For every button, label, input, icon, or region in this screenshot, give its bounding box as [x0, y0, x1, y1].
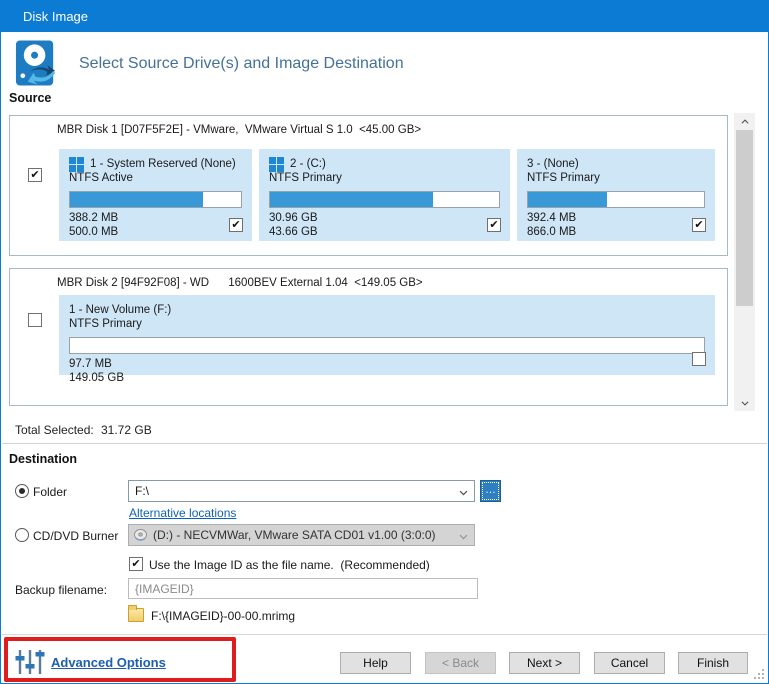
check-mark-icon: ✔	[30, 168, 40, 181]
partition-title: 2 - (C:)	[290, 158, 326, 170]
cancel-button[interactable]: Cancel	[594, 652, 665, 674]
folder-icon	[128, 605, 144, 622]
disk-image-icon	[15, 40, 56, 86]
usage-bar-fill	[270, 192, 433, 207]
partition-sizes: 97.7 MB 149.05 GB	[69, 358, 124, 384]
usage-bar-fill	[528, 192, 608, 207]
alternative-locations-link[interactable]: Alternative locations	[129, 506, 236, 520]
usage-bar	[69, 337, 705, 354]
source-scrollbar[interactable]	[734, 113, 755, 411]
source-section-label: Source	[9, 91, 52, 105]
folder-path-combobox[interactable]: F:\	[128, 480, 475, 502]
partition-1-checkbox[interactable]: ✔	[229, 218, 243, 232]
check-mark-icon: ✔	[231, 218, 241, 231]
scroll-down-icon[interactable]	[734, 394, 755, 411]
usage-bar	[269, 191, 500, 208]
sliders-icon	[15, 650, 45, 674]
usage-bar-fill	[70, 192, 204, 207]
partition-card-1[interactable]: 1 - System Reserved (None) NTFS Active 3…	[59, 149, 252, 241]
finish-button[interactable]: Finish	[678, 652, 748, 674]
usage-bar	[527, 191, 705, 208]
resize-grip[interactable]	[754, 669, 764, 679]
backup-filename-label: Backup filename:	[15, 583, 108, 597]
disk-1-group: ✔ MBR Disk 1 [D07F5F2E] - VMware, VMware…	[9, 115, 728, 256]
browse-button[interactable]: …	[480, 480, 501, 502]
disk-2-checkbox[interactable]	[28, 313, 42, 327]
full-backup-path: F:\{IMAGEID}-00-00.mrimg	[151, 609, 296, 623]
partition-sizes: 388.2 MB 500.0 MB	[69, 212, 119, 238]
partition-fs: NTFS Active	[69, 172, 133, 184]
disk-image-dialog: Disk Image Select Source Drive(s) and Im…	[0, 0, 769, 684]
partition-3-checkbox[interactable]: ✔	[692, 218, 706, 232]
partition-title: 1 - New Volume (F:)	[69, 304, 172, 316]
partition-card-2[interactable]: 2 - (C:) NTFS Primary 30.96 GB 43.66 GB …	[259, 149, 510, 241]
title-bar: Disk Image	[1, 1, 768, 32]
folder-radio-label: Folder	[33, 485, 68, 499]
backup-filename-input[interactable]	[128, 578, 478, 599]
cd-drive-icon	[134, 528, 147, 541]
partition-card-3[interactable]: 3 - (None) NTFS Primary 392.4 MB 866.0 M…	[517, 149, 715, 241]
advanced-options-link[interactable]: Advanced Options	[51, 655, 166, 670]
partition-sizes: 392.4 MB 866.0 MB	[527, 212, 577, 238]
check-mark-icon: ✔	[131, 557, 141, 570]
partition-card-f[interactable]: 1 - New Volume (F:) NTFS Primary 97.7 MB…	[59, 295, 715, 384]
page-title: Select Source Drive(s) and Image Destina…	[79, 55, 404, 72]
check-mark-icon: ✔	[489, 218, 499, 231]
destination-section-label: Destination	[9, 452, 78, 466]
usage-bar	[69, 191, 242, 208]
partition-2-checkbox[interactable]: ✔	[487, 218, 501, 232]
cd-burner-combobox[interactable]: (D:) - NECVMWar, VMware SATA CD01 v1.00 …	[128, 524, 475, 546]
scroll-up-icon[interactable]	[734, 113, 755, 130]
window-title: Disk Image	[23, 9, 89, 24]
cd-dvd-radio[interactable]	[15, 528, 29, 542]
use-image-id-label: Use the Image ID as the file name. (Reco…	[149, 558, 430, 572]
separator	[2, 634, 767, 635]
check-mark-icon: ✔	[694, 218, 704, 231]
folder-radio[interactable]	[15, 484, 29, 498]
back-button[interactable]: < Back	[425, 652, 496, 674]
separator	[2, 443, 767, 444]
next-button[interactable]: Next >	[509, 652, 580, 674]
use-image-id-checkbox[interactable]: ✔	[129, 557, 143, 571]
windows-logo-icon	[269, 156, 284, 172]
cd-dvd-radio-label: CD/DVD Burner	[33, 529, 119, 543]
disk-1-checkbox[interactable]: ✔	[28, 168, 42, 182]
chevron-down-icon	[459, 490, 468, 496]
folder-path-value: F:\	[135, 484, 149, 498]
windows-logo-icon	[69, 156, 84, 172]
partition-title: 3 - (None)	[527, 158, 579, 170]
total-selected-label: Total Selected:	[15, 423, 94, 437]
disk-1-label: MBR Disk 1 [D07F5F2E] - VMware, VMware V…	[57, 124, 422, 136]
partition-fs: NTFS Primary	[527, 172, 600, 184]
total-selected-value: 31.72 GB	[101, 423, 152, 437]
cd-device-value: (D:) - NECVMWar, VMware SATA CD01 v1.00 …	[153, 528, 436, 542]
partition-title: 1 - System Reserved (None)	[90, 158, 236, 170]
partition-sizes: 30.96 GB 43.66 GB	[269, 212, 318, 238]
help-button[interactable]: Help	[340, 652, 411, 674]
partition-fs: NTFS Primary	[269, 172, 342, 184]
disk-2-group: MBR Disk 2 [94F92F08] - WD 1600BEV Exter…	[9, 268, 728, 406]
chevron-down-icon	[459, 534, 468, 540]
disk-2-label: MBR Disk 2 [94F92F08] - WD 1600BEV Exter…	[57, 277, 423, 289]
partition-f-checkbox[interactable]	[692, 352, 706, 366]
scrollbar-thumb[interactable]	[736, 130, 753, 306]
partition-fs: NTFS Primary	[69, 318, 142, 330]
